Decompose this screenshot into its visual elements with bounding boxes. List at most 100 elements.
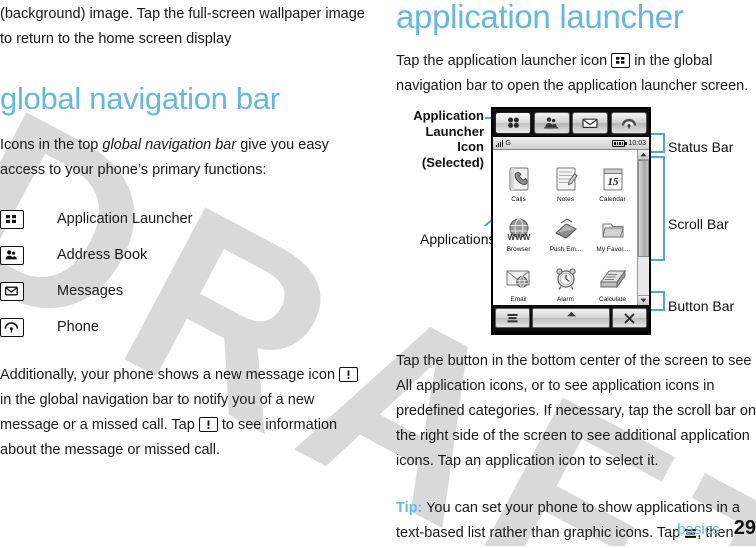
categories-button[interactable] [532,308,610,328]
page-heading-global-navigation-bar: global navigation bar [0,81,280,116]
legend-row: Phone [0,309,372,345]
launcher-intro-paragraph: Tap the application launcher icon in the… [396,49,756,99]
footer-section-name: basics [677,521,720,538]
intro-text-italic: global navigation bar [102,137,237,153]
continued-paragraph: (background) image. Tap the full-screen … [0,6,365,47]
nav-application-launcher-icon[interactable] [495,111,531,134]
scroll-thumb[interactable] [638,160,649,258]
app-label: Calls [511,196,526,203]
alarm-icon [549,265,583,295]
scroll-up-arrow-icon[interactable] [638,150,649,160]
left-column: (background) image. Tap the full-screen … [0,0,372,463]
legend-row: Address Book [0,237,372,273]
callout-line: (Selected) [421,154,484,170]
app-label: Notes [557,196,574,203]
status-bar-right: 10:03 [612,139,646,147]
app-label: Push Em... [549,246,582,253]
application-grid: Calls Notes 15 Calendar WWW Browser Push… [493,150,637,305]
signal-strength-icon [496,140,504,147]
legend-row: Application Launcher [0,201,372,237]
callout-button-bar: Button Bar [668,298,735,314]
tip-label: Tip: [396,500,423,516]
callout-line: Application [413,108,484,123]
phone-device-screenshot: G 10:03 Calls Notes 15 Calendar WWW Brow… [491,107,651,335]
icon-legend-list: Application Launcher Address Book Messag… [0,201,372,345]
callout-applications: Applications [420,231,496,247]
callout-line: Launcher [425,123,484,139]
legend-label: Address Book [57,247,148,263]
legend-row: Messages [0,273,372,309]
app-label: Calendar [599,196,626,203]
legend-label: Messages [57,283,124,299]
leader-bracket [663,133,665,153]
footer-page-number: 29 [733,517,756,539]
scroll-track[interactable] [638,160,649,295]
calendar-badge-number: 15 [607,176,619,188]
clock-time: 10:03 [628,139,646,147]
page-heading-application-launcher: application launcher [396,0,684,35]
app-icon-push-email[interactable]: Push Em... [542,203,589,253]
nav-messages-icon[interactable] [572,111,609,134]
callout-status-bar: Status Bar [668,139,734,155]
calls-icon [502,165,536,195]
push-email-icon [549,215,583,245]
new-message-icon [198,417,218,432]
nav-address-book-icon[interactable] [533,111,570,134]
nav-phone-icon[interactable] [610,111,647,134]
status-bar: G 10:03 [493,136,649,150]
notes-icon [549,165,583,195]
app-label: Email [510,296,527,303]
leader-bracket [663,291,665,311]
address-book-icon [0,245,24,265]
callout-line: Icon [457,139,484,154]
application-launcher-screen: Calls Notes 15 Calendar WWW Browser Push… [493,150,649,305]
application-launcher-icon [0,209,24,229]
app-icon-calls[interactable]: Calls [495,153,542,203]
scroll-bar[interactable] [637,150,649,305]
app-icon-email[interactable]: Email [495,253,542,303]
battery-icon [612,139,627,147]
browser-icon: WWW [502,215,536,245]
status-bar-left: G [496,140,612,147]
calendar-icon: 15 [596,165,630,195]
app-label: Calculate [598,296,627,303]
svg-text:WWW: WWW [507,233,530,242]
app-icon-calendar[interactable]: 15 Calendar [589,153,636,203]
application-launcher-icon [611,53,631,68]
intro-paragraph: Icons in the top global navigation bar g… [0,133,372,183]
intro-text-part1: Icons in the top [0,137,103,153]
note-text-part1: Additionally, your phone shows a new mes… [0,367,340,383]
button-bar [493,305,649,331]
messages-icon [0,281,24,301]
my-favorites-icon [596,215,630,245]
page-footer: basics 29 [396,517,756,540]
global-navigation-bar [493,109,649,136]
launcher-intro-part1: Tap the application launcher icon [396,53,612,69]
callout-application-launcher-icon: Application Launcher Icon (Selected) [396,108,484,170]
right-column: application launcher Tap the application… [396,0,756,548]
new-message-note: Additionally, your phone shows a new mes… [0,363,372,463]
manual-page: (background) image. Tap the full-screen … [0,0,756,546]
network-indicator: G [505,139,511,147]
scroll-down-arrow-icon[interactable] [638,295,649,305]
app-icon-my-favorites[interactable]: My Favor... [589,203,636,253]
leader-bracket [663,156,665,261]
phone-icon [0,317,24,337]
launcher-body-paragraph: Tap the button in the bottom center of t… [396,353,756,469]
app-icon-alarm[interactable]: Alarm [542,253,589,303]
close-button[interactable] [612,308,647,328]
menu-button[interactable] [495,308,530,328]
app-label: My Favor... [596,246,629,253]
app-icon-notes[interactable]: Notes [542,153,589,203]
app-label: Alarm [557,296,574,303]
legend-label: Application Launcher [57,211,193,227]
calculator-icon [596,265,630,295]
app-icon-calculator[interactable]: Calculate [589,253,636,303]
callout-scroll-bar: Scroll Bar [668,216,729,232]
application-launcher-figure: Application Launcher Icon (Selected) App… [396,105,756,335]
new-message-icon [339,367,359,382]
app-icon-browser[interactable]: WWW Browser [495,203,542,253]
legend-label: Phone [57,319,99,335]
app-label: Browser [506,246,531,253]
email-icon [502,265,536,295]
